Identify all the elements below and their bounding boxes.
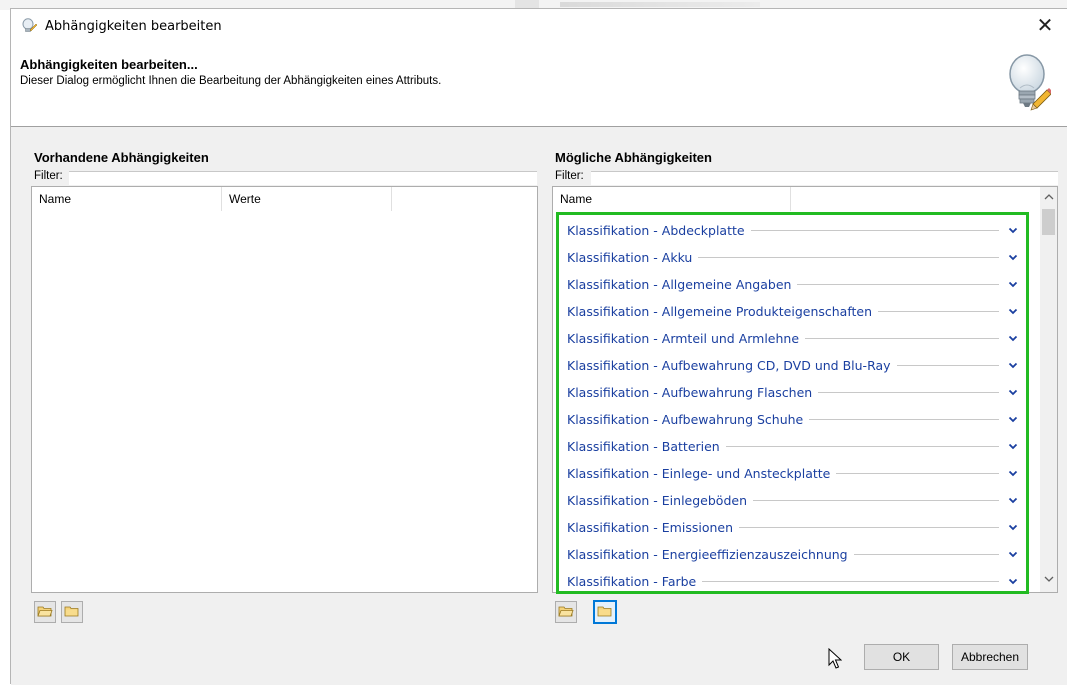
lightbulb-pencil-icon — [1007, 52, 1053, 116]
close-button[interactable]: ✕ — [1023, 9, 1067, 41]
column-header-name[interactable]: Name — [553, 187, 791, 211]
header-title: Abhängigkeiten bearbeiten... — [20, 57, 198, 72]
ok-button[interactable]: OK — [864, 644, 939, 670]
folder-open-icon — [558, 604, 574, 621]
folder-icon — [597, 604, 613, 621]
possible-filter-label: Filter: — [555, 170, 584, 182]
existing-dependencies-title: Vorhandene Abhängigkeiten — [34, 150, 209, 165]
scroll-up-arrow-icon[interactable] — [1040, 190, 1057, 207]
folder-icon — [64, 604, 80, 621]
existing-folder-open-button[interactable] — [34, 601, 56, 623]
background-text-blur — [560, 2, 760, 7]
cancel-button[interactable]: Abbrechen — [952, 644, 1028, 670]
column-header-name[interactable]: Name — [32, 187, 222, 211]
close-icon: ✕ — [1036, 13, 1054, 37]
existing-filter-input[interactable] — [69, 171, 537, 185]
scroll-thumb[interactable] — [1042, 209, 1055, 235]
scroll-down-arrow-icon[interactable] — [1040, 572, 1057, 589]
window-title: Abhängigkeiten bearbeiten — [45, 19, 222, 34]
dependencies-dialog: Abhängigkeiten bearbeiten ✕ Abhängigkeit… — [10, 8, 1067, 685]
possible-folder-button[interactable] — [593, 600, 617, 624]
mouse-cursor-icon — [828, 647, 843, 673]
possible-folder-open-button[interactable] — [555, 601, 577, 623]
existing-dependencies-list[interactable]: Name Werte — [31, 186, 538, 593]
possible-dependencies-title: Mögliche Abhängigkeiten — [555, 150, 712, 165]
existing-folder-button[interactable] — [61, 601, 83, 623]
lightbulb-icon — [21, 18, 38, 34]
existing-filter-label: Filter: — [34, 170, 63, 182]
folder-open-icon — [37, 604, 53, 621]
header-description: Dieser Dialog ermöglicht Ihnen die Bearb… — [20, 75, 442, 87]
selection-highlight-box — [556, 212, 1029, 594]
title-bar: Abhängigkeiten bearbeiten ✕ — [11, 9, 1067, 42]
possible-filter-input[interactable] — [591, 171, 1058, 185]
dialog-header: Abhängigkeiten bearbeiten... Dieser Dial… — [11, 42, 1067, 127]
vertical-scrollbar[interactable] — [1040, 187, 1057, 592]
column-header-werte[interactable]: Werte — [222, 187, 392, 211]
